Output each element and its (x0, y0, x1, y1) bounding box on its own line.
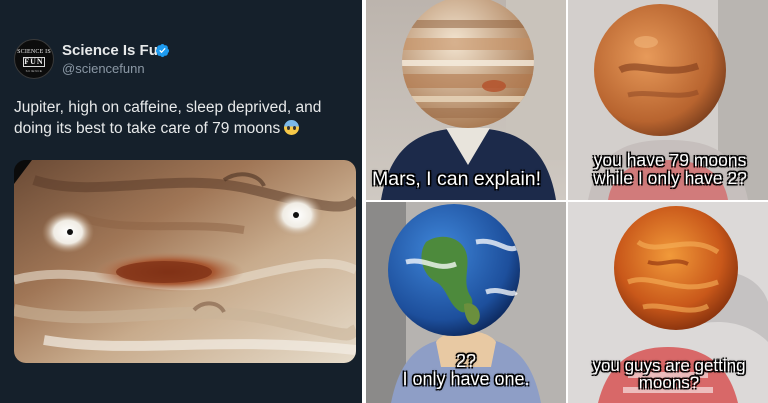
panel-divider-horizontal (366, 200, 768, 202)
meme-caption-2-line2: while I only have 2? (593, 167, 747, 188)
meme-caption-4: you guys are getting moons? (570, 357, 768, 391)
avatar-line3: SCIENCE (25, 69, 43, 73)
tweet-card: SCIENCE IS FUN SCIENCE Science Is Fun @s… (0, 0, 362, 403)
verified-badge-icon (155, 43, 170, 58)
meme-caption-2: you have 79 moons while I only have 2? (572, 150, 768, 188)
meme-caption-4-line1: you guys are getting (592, 356, 746, 375)
meme-caption-3-line2: I only have one. (402, 369, 530, 389)
meme-caption-3-line1: 2? (455, 351, 477, 371)
display-name[interactable]: Science Is Fun (62, 42, 167, 59)
user-handle[interactable]: @sciencefunn (62, 61, 145, 76)
avatar[interactable]: SCIENCE IS FUN SCIENCE (14, 39, 54, 79)
tweet-body: Jupiter, high on caffeine, sleep deprive… (14, 99, 322, 137)
tweet-text: Jupiter, high on caffeine, sleep deprive… (14, 97, 344, 139)
meme-caption-3: 2? I only have one. (366, 352, 566, 388)
avatar-line2: FUN (23, 57, 45, 67)
anxious-face-icon (284, 120, 300, 135)
meme-caption-4-line2: moons? (638, 373, 700, 392)
avatar-line1: SCIENCE IS (17, 49, 51, 55)
jupiter-face-image (14, 160, 356, 363)
tweet-image-jupiter[interactable] (14, 160, 356, 363)
meme-caption-1: Mars, I can explain! (372, 168, 542, 190)
meme-caption-2-line1: you have 79 moons (593, 150, 747, 170)
